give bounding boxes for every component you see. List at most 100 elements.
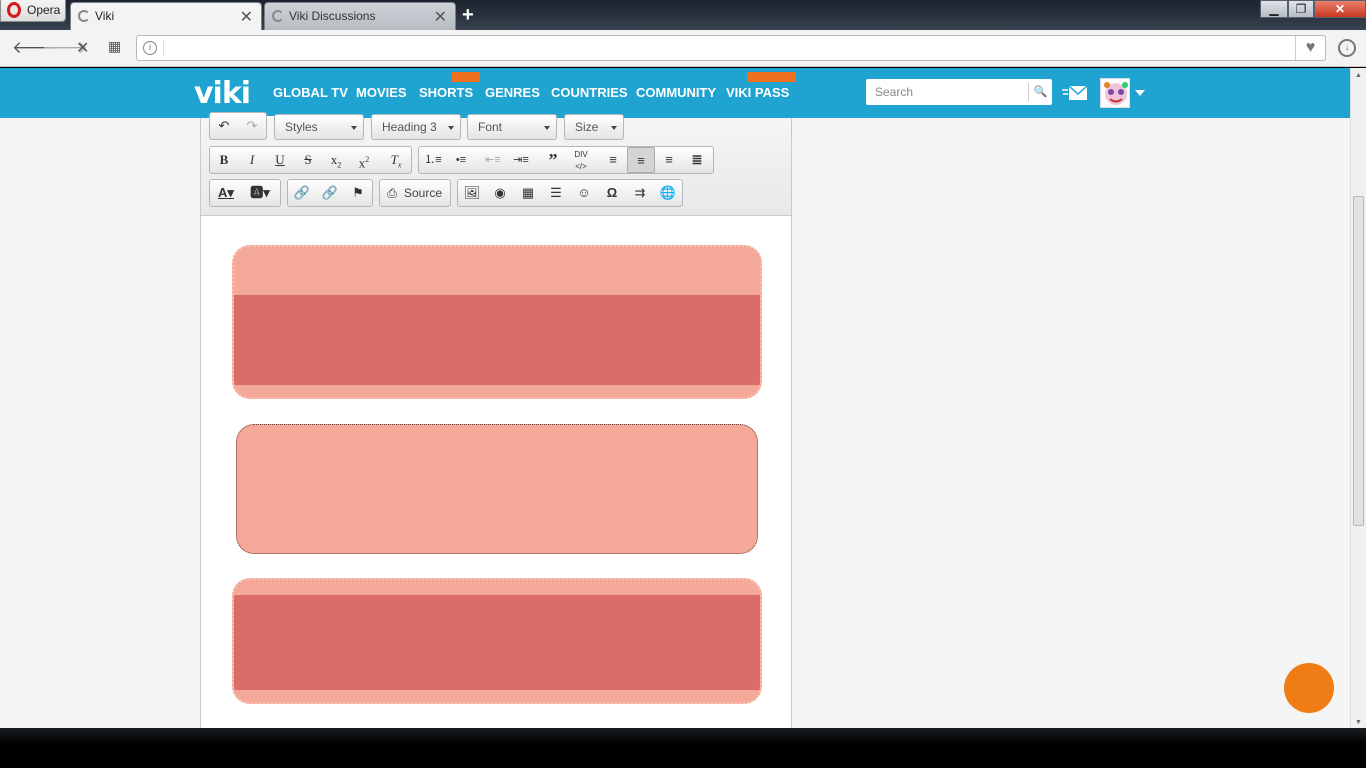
scroll-up-icon[interactable]: ▲ bbox=[1355, 72, 1362, 79]
rich-text-editor: ↶ ↷ Styles Heading 3 Font Size B I U S x… bbox=[200, 112, 792, 728]
search-icon[interactable]: 🔍 bbox=[1028, 83, 1052, 101]
opera-menu-label: Opera bbox=[27, 3, 61, 17]
unlink-icon[interactable]: 🔗 bbox=[316, 180, 344, 206]
heart-bookmark-icon[interactable]: ♥ bbox=[1295, 36, 1325, 60]
profile-dropdown-caret-icon[interactable] bbox=[1135, 90, 1145, 96]
scrollbar-thumb[interactable] bbox=[1353, 196, 1364, 526]
speed-dial-grid-icon[interactable]: ▦ bbox=[108, 38, 121, 55]
paragraph-group: ⒈≡ •≡ ⇤≡ ⇥≡ ” DIV </> ≡ ≡ ≡ ≣ bbox=[418, 146, 714, 174]
search-input[interactable] bbox=[866, 79, 1024, 105]
editor-content-area[interactable] bbox=[201, 216, 791, 728]
styled-box-3[interactable] bbox=[232, 578, 762, 704]
stop-icon[interactable]: ✕ bbox=[76, 38, 89, 58]
new-tab-button[interactable]: + bbox=[462, 4, 474, 27]
smiley-icon[interactable]: ☺ bbox=[570, 180, 598, 206]
text-color-icon[interactable]: A▾ bbox=[212, 180, 240, 206]
page-viewport: viki GLOBAL TV MOVIES SHORTS GENRES COUN… bbox=[0, 68, 1366, 728]
avatar[interactable] bbox=[1100, 78, 1130, 108]
page-scrollbar[interactable]: ▲ ▼ bbox=[1350, 68, 1366, 728]
superscript-icon[interactable]: x2 bbox=[350, 147, 378, 173]
blockquote-icon[interactable]: ” bbox=[539, 147, 567, 173]
nav-shorts[interactable]: SHORTS bbox=[419, 85, 473, 100]
horizontal-line-icon[interactable]: ☰ bbox=[542, 180, 570, 206]
loading-spinner-icon bbox=[78, 10, 90, 22]
basic-styles-group: B I U S x2 x2 Tx bbox=[209, 146, 412, 174]
tab-title: Viki Discussions bbox=[289, 9, 376, 23]
source-icon: ⎙ bbox=[387, 186, 397, 200]
special-char-icon[interactable]: Ω bbox=[598, 180, 626, 206]
table-icon[interactable]: ▦ bbox=[514, 180, 542, 206]
opera-menu-button[interactable]: Opera bbox=[0, 0, 66, 22]
undo-redo-group: ↶ ↷ bbox=[209, 112, 267, 140]
browser-titlebar: Opera Viki ✕ Viki Discussions ✕ + ▁ ❐ ✕ bbox=[0, 0, 1366, 31]
new-badge bbox=[747, 72, 796, 82]
page-break-icon[interactable]: ⇉ bbox=[626, 180, 654, 206]
tab-viki[interactable]: Viki ✕ bbox=[70, 2, 262, 31]
font-dropdown[interactable]: Font bbox=[467, 114, 557, 140]
nav-movies[interactable]: MOVIES bbox=[356, 85, 407, 100]
styles-dropdown[interactable]: Styles bbox=[274, 114, 364, 140]
styled-box-1[interactable] bbox=[232, 245, 762, 399]
bold-icon[interactable]: B bbox=[210, 147, 238, 173]
flash-icon[interactable]: ◉ bbox=[486, 180, 514, 206]
nav-viki-pass[interactable]: VIKI PASS bbox=[726, 85, 789, 100]
address-toolbar: 🡐 🡒 ✕ ▦ i ♥ ↓ bbox=[0, 30, 1366, 67]
heading-dropdown[interactable]: Heading 3 bbox=[371, 114, 461, 140]
nav-community[interactable]: COMMUNITY bbox=[636, 85, 716, 100]
anchor-flag-icon[interactable]: ⚑ bbox=[344, 180, 372, 206]
size-dropdown[interactable]: Size bbox=[564, 114, 624, 140]
box-stripe bbox=[234, 295, 760, 385]
close-window-button[interactable]: ✕ bbox=[1314, 0, 1366, 18]
close-tab-icon[interactable]: ✕ bbox=[434, 7, 447, 27]
os-taskbar bbox=[0, 728, 1366, 768]
insert-group: 🖼 ◉ ▦ ☰ ☺ Ω ⇉ 🌐 bbox=[457, 179, 683, 207]
floating-action-button[interactable] bbox=[1284, 663, 1334, 713]
nav-global-tv[interactable]: GLOBAL TV bbox=[265, 85, 356, 119]
new-badge bbox=[452, 72, 480, 82]
styled-box-2[interactable] bbox=[236, 424, 758, 554]
nav-countries[interactable]: COUNTRIES bbox=[551, 85, 628, 100]
styles-label: Styles bbox=[285, 120, 318, 134]
undo-icon[interactable]: ↶ bbox=[210, 113, 238, 139]
increase-indent-icon[interactable]: ⇥≡ bbox=[507, 147, 535, 173]
maximize-button[interactable]: ❐ bbox=[1288, 0, 1314, 18]
background-color-icon[interactable]: 🅰▾ bbox=[246, 180, 274, 206]
editor-toolbar: ↶ ↷ Styles Heading 3 Font Size B I U S x… bbox=[201, 112, 791, 216]
underline-icon[interactable]: U bbox=[266, 147, 294, 173]
opera-logo-icon bbox=[7, 2, 21, 18]
align-right-icon[interactable]: ≡ bbox=[655, 147, 683, 173]
box-stripe bbox=[234, 595, 760, 690]
nav-genres[interactable]: GENRES bbox=[485, 85, 540, 100]
size-label: Size bbox=[575, 120, 599, 134]
italic-icon[interactable]: I bbox=[238, 147, 266, 173]
minimize-button[interactable]: ▁ bbox=[1260, 0, 1288, 18]
redo-icon[interactable]: ↷ bbox=[238, 113, 266, 139]
mail-icon[interactable] bbox=[1062, 84, 1088, 102]
colors-group: A▾ 🅰▾ bbox=[209, 179, 281, 207]
viki-logo[interactable]: viki bbox=[194, 76, 251, 111]
bulleted-list-icon[interactable]: •≡ bbox=[447, 147, 475, 173]
numbered-list-icon[interactable]: ⒈≡ bbox=[419, 147, 447, 173]
heading-label: Heading 3 bbox=[382, 120, 437, 134]
download-icon[interactable]: ↓ bbox=[1338, 39, 1356, 57]
align-center-icon[interactable]: ≡ bbox=[627, 147, 655, 173]
remove-format-icon[interactable]: Tx bbox=[382, 147, 410, 173]
link-icon[interactable]: 🔗 bbox=[288, 180, 316, 206]
source-button-label: Source bbox=[404, 186, 443, 200]
justify-icon[interactable]: ≣ bbox=[683, 147, 711, 173]
address-field[interactable]: i ♥ bbox=[136, 35, 1326, 61]
iframe-globe-icon[interactable]: 🌐 bbox=[654, 180, 682, 206]
strikethrough-icon[interactable]: S bbox=[294, 147, 322, 173]
scroll-down-icon[interactable]: ▼ bbox=[1355, 719, 1362, 726]
site-info-icon[interactable]: i bbox=[143, 41, 157, 55]
source-group[interactable]: ⎙ Source bbox=[379, 179, 451, 207]
align-left-icon[interactable]: ≡ bbox=[599, 147, 627, 173]
decrease-indent-icon[interactable]: ⇤≡ bbox=[479, 147, 507, 173]
links-group: 🔗 🔗 ⚑ bbox=[287, 179, 373, 207]
create-div-icon[interactable]: DIV </> bbox=[567, 147, 595, 173]
tab-viki-discussions[interactable]: Viki Discussions ✕ bbox=[264, 2, 456, 30]
image-icon[interactable]: 🖼 bbox=[458, 180, 486, 206]
subscript-icon[interactable]: x2 bbox=[322, 147, 350, 173]
close-tab-icon[interactable]: ✕ bbox=[240, 7, 253, 27]
search-box: 🔍 bbox=[866, 79, 1052, 105]
